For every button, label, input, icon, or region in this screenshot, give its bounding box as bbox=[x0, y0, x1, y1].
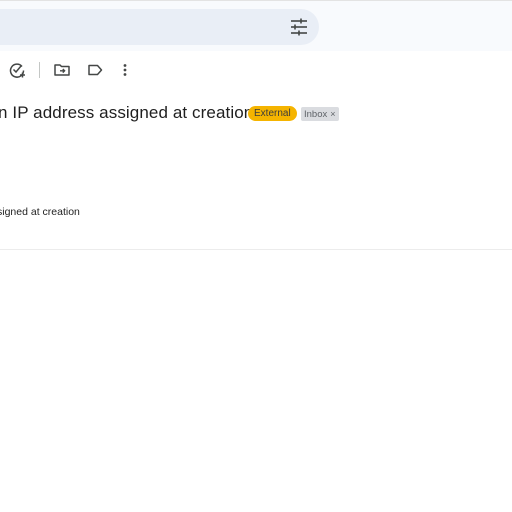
search-bar[interactable] bbox=[0, 9, 319, 45]
message-divider bbox=[0, 249, 512, 250]
tune-icon[interactable] bbox=[289, 18, 309, 36]
message-toolbar bbox=[0, 51, 512, 89]
add-task-icon[interactable] bbox=[7, 60, 27, 80]
email-subject: n IP address assigned at creation bbox=[0, 103, 254, 122]
top-bar bbox=[0, 0, 512, 51]
more-vert-icon[interactable] bbox=[115, 60, 135, 80]
label-icon[interactable] bbox=[85, 60, 105, 80]
remove-label-icon[interactable]: × bbox=[330, 109, 335, 119]
move-to-icon[interactable] bbox=[52, 60, 72, 80]
inbox-label-text: Inbox bbox=[304, 109, 328, 120]
inbox-label[interactable]: Inbox × bbox=[301, 107, 339, 121]
external-label: External bbox=[248, 106, 297, 121]
message-snippet: signed at creation bbox=[0, 206, 80, 218]
toolbar-divider bbox=[39, 62, 40, 78]
